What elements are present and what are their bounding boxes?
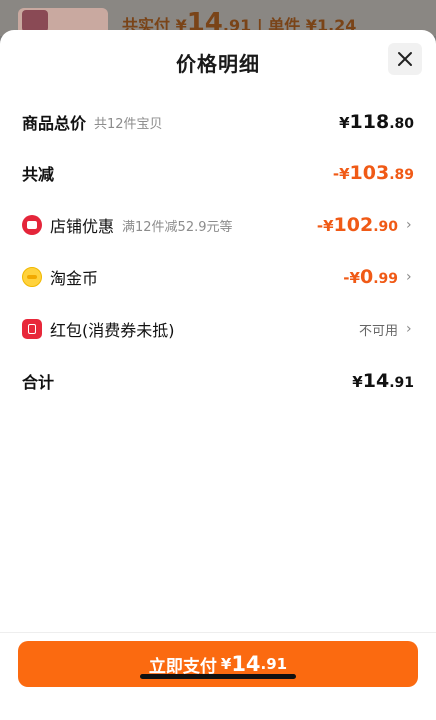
currency-symbol: -¥	[332, 165, 350, 183]
row-shop-discount[interactable]: 店铺优惠 满12件减52.9元等 -¥ 102.90 ›	[0, 210, 436, 240]
taojinbi-value: -¥ 0.99	[343, 266, 398, 288]
sum-label: 合计	[22, 373, 55, 392]
currency-symbol: ¥	[339, 114, 350, 132]
price-integer: 103	[349, 162, 390, 184]
red-packet-status: 不可用	[358, 323, 398, 339]
total-price-label: 商品总价	[22, 114, 87, 133]
shop-coupon-icon	[22, 215, 42, 235]
row-total-price: 商品总价 共12件宝贝 ¥118.80	[0, 107, 436, 137]
pay-price-decimal: .91	[260, 655, 288, 673]
price-detail-sheet: 价格明细 商品总价 共12件宝贝 ¥118.80 共减 -¥ 103.89 店铺…	[0, 30, 436, 720]
price-integer: 14	[362, 370, 390, 392]
sheet-title: 价格明细	[176, 52, 260, 76]
price-integer: 102	[333, 214, 374, 236]
sum-value: ¥14.91	[352, 370, 414, 392]
taojinbi-label: 淘金币	[50, 269, 99, 288]
price-integer: 0	[359, 266, 374, 288]
close-button[interactable]	[388, 43, 422, 75]
price-decimal: .99	[373, 271, 398, 287]
row-total-reduction: 共减 -¥ 103.89	[0, 158, 436, 188]
price-decimal: .91	[389, 375, 414, 391]
pay-now-button[interactable]: 立即支付 ¥14.91	[18, 641, 418, 687]
total-price-value: ¥118.80	[339, 111, 414, 133]
shop-discount-label: 店铺优惠	[50, 217, 115, 236]
chevron-right-icon: ›	[406, 321, 412, 337]
price-integer: 118	[349, 111, 390, 133]
shop-discount-detail: 满12件减52.9元等	[122, 219, 233, 235]
price-decimal: .89	[389, 167, 414, 183]
shop-discount-value: -¥ 102.90	[317, 214, 398, 236]
row-taojinbi[interactable]: 淘金币 -¥ 0.99 ›	[0, 262, 436, 292]
currency-symbol: -¥	[316, 217, 334, 235]
red-packet-label: 红包(消费券未抵)	[50, 321, 175, 340]
currency-symbol: ¥	[352, 373, 363, 391]
close-icon	[398, 52, 412, 66]
coin-icon	[22, 267, 42, 287]
pay-price-integer: 14	[231, 652, 261, 676]
item-count: 共12件宝贝	[94, 116, 163, 132]
row-red-packet[interactable]: 红包(消费券未抵) 不可用 ›	[0, 314, 436, 344]
pay-currency-symbol: ¥	[220, 655, 232, 673]
price-decimal: .90	[373, 219, 398, 235]
reduction-label: 共减	[22, 165, 55, 184]
price-decimal: .80	[389, 116, 414, 132]
currency-symbol: -¥	[343, 269, 360, 287]
chevron-right-icon: ›	[406, 269, 412, 285]
chevron-right-icon: ›	[406, 217, 412, 233]
home-indicator	[140, 674, 296, 679]
red-packet-icon	[22, 319, 42, 339]
reduction-value: -¥ 103.89	[333, 162, 414, 184]
row-sum: 合计 ¥14.91	[0, 366, 436, 396]
pay-button-label: 立即支付	[148, 656, 217, 677]
